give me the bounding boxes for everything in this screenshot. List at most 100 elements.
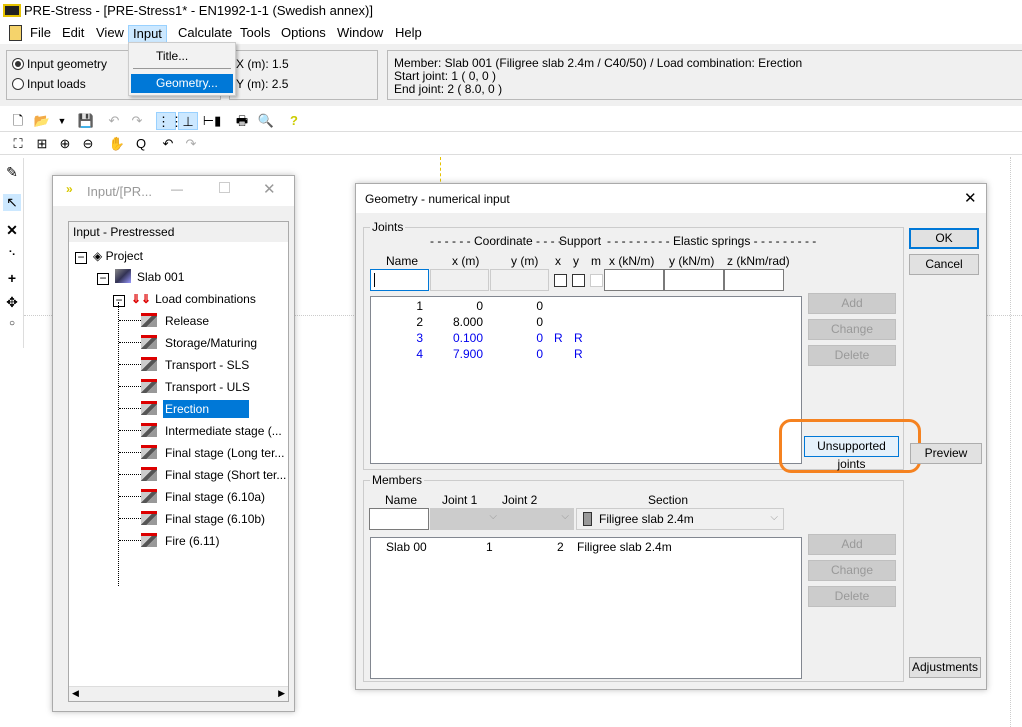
members-change-button[interactable]: Change bbox=[808, 560, 896, 581]
help-icon[interactable]: ? bbox=[284, 112, 304, 130]
axes-icon[interactable]: ⊥ bbox=[178, 112, 198, 130]
dimension-icon[interactable]: ⊢▮ bbox=[202, 112, 222, 130]
dialog-titlebar[interactable]: Geometry - numerical input ✕ bbox=[356, 184, 986, 213]
menu-window[interactable]: Window bbox=[333, 25, 387, 43]
joint-y-input[interactable] bbox=[490, 269, 549, 291]
collapse-icon[interactable]: − bbox=[113, 294, 125, 307]
collapse-icon[interactable]: − bbox=[97, 272, 109, 285]
pan-hand-icon[interactable]: ✋ bbox=[107, 135, 127, 153]
ok-button[interactable]: OK bbox=[909, 228, 979, 249]
plus-icon[interactable]: + bbox=[3, 270, 21, 286]
tree-node-load-combinations[interactable]: − ⇓⇓ Load combinations bbox=[113, 289, 256, 309]
menu-view[interactable]: View bbox=[92, 25, 128, 43]
minimize-icon[interactable]: — bbox=[171, 182, 183, 196]
open-folder-icon[interactable]: 📂 bbox=[32, 112, 52, 130]
tree-item-load-combination[interactable]: Transport - SLS bbox=[119, 355, 251, 375]
tree-item-load-combination[interactable]: Final stage (6.10b) bbox=[119, 509, 267, 529]
menu-item-geometry[interactable]: Geometry... bbox=[131, 74, 233, 93]
view-redo-icon[interactable]: ↷ bbox=[181, 135, 201, 153]
delete-x-icon[interactable]: ✕ bbox=[3, 222, 21, 239]
select-arrow-icon[interactable]: ↖ bbox=[3, 194, 21, 211]
joint-row[interactable]: 2 8.000 0 bbox=[371, 315, 801, 331]
scroll-right-icon[interactable]: ▶ bbox=[278, 688, 285, 699]
horizontal-scrollbar[interactable]: ◀ ▶ bbox=[69, 686, 288, 701]
radio-input-geometry[interactable]: Input geometry bbox=[12, 57, 107, 71]
spring-x-input[interactable] bbox=[604, 269, 664, 291]
spring-y-input[interactable] bbox=[664, 269, 724, 291]
menu-tools[interactable]: Tools bbox=[236, 25, 274, 43]
tree-item-load-combination[interactable]: Final stage (Short ter... bbox=[119, 465, 288, 485]
close-icon[interactable]: ✕ bbox=[263, 180, 276, 198]
tree-node-project[interactable]: − ◈ Project bbox=[75, 246, 143, 266]
menu-input[interactable]: Input bbox=[128, 25, 167, 43]
member-name-input[interactable] bbox=[369, 508, 429, 530]
spring-z-input[interactable] bbox=[724, 269, 784, 291]
zoom-dynamic-icon[interactable]: Q bbox=[131, 135, 151, 153]
collapse-icon[interactable]: − bbox=[75, 251, 87, 264]
cancel-button[interactable]: Cancel bbox=[909, 254, 979, 275]
maximize-icon[interactable] bbox=[219, 182, 230, 193]
load-combination-icon bbox=[141, 313, 157, 327]
move-icon[interactable]: ✥ bbox=[3, 294, 21, 311]
joint-row[interactable]: 3 0.100 0 R R bbox=[371, 331, 801, 347]
zoom-out-icon[interactable]: ⊖ bbox=[78, 135, 98, 153]
grid-icon[interactable]: ⋮⋮ bbox=[156, 112, 183, 130]
redo-icon[interactable]: ↷ bbox=[127, 112, 147, 130]
node-icon[interactable]: ⠢ bbox=[3, 246, 21, 259]
joint-row[interactable]: 4 7.900 0 R bbox=[371, 347, 801, 363]
print-icon[interactable]: 🖶 bbox=[232, 112, 252, 130]
joint-name: 2 bbox=[416, 315, 423, 329]
joints-delete-button[interactable]: Delete bbox=[808, 345, 896, 366]
tree-item-load-combination[interactable]: Release bbox=[119, 311, 211, 331]
section-select[interactable]: Filigree slab 2.4m ⌵ bbox=[576, 508, 784, 530]
view-undo-icon[interactable]: ↶ bbox=[158, 135, 178, 153]
tree-item-load-combination[interactable]: Final stage (Long ter... bbox=[119, 443, 286, 463]
tree-item-load-combination[interactable]: Final stage (6.10a) bbox=[119, 487, 267, 507]
tree-item-load-combination[interactable]: Intermediate stage (... bbox=[119, 421, 284, 441]
point-icon[interactable]: ○ bbox=[3, 318, 21, 329]
tree-connector bbox=[119, 452, 141, 453]
undo-icon[interactable]: ↶ bbox=[104, 112, 124, 130]
input-window-titlebar[interactable]: » Input/[PR... — ✕ bbox=[53, 176, 294, 206]
members-list[interactable]: Slab 00 1 2 Filigree slab 2.4m bbox=[370, 537, 802, 679]
members-add-button[interactable]: Add bbox=[808, 534, 896, 555]
tree-node-member[interactable]: − Slab 001 bbox=[97, 267, 184, 287]
menu-item-title[interactable]: Title... bbox=[156, 49, 188, 63]
tree-item-load-combination[interactable]: Erection bbox=[119, 399, 250, 419]
radio-input-loads[interactable]: Input loads bbox=[12, 77, 86, 91]
tree-item-load-combination[interactable]: Fire (6.11) bbox=[119, 531, 221, 551]
support-x-checkbox[interactable] bbox=[554, 274, 567, 287]
zoom-extents-icon[interactable]: ⛶ bbox=[8, 135, 28, 153]
joint1-select[interactable]: ⌵ bbox=[430, 508, 502, 530]
menu-help[interactable]: Help bbox=[391, 25, 426, 43]
chevron-down-icon[interactable]: ▼ bbox=[52, 112, 72, 130]
menu-calculate[interactable]: Calculate bbox=[174, 25, 236, 43]
menu-file[interactable]: File bbox=[26, 25, 55, 43]
unsupported-joints-button[interactable]: Unsupported joints bbox=[804, 436, 899, 471]
joints-list[interactable]: 1 0 0 2 8.000 0 3 0.100 0 R R 4 7.900 0 R bbox=[370, 296, 802, 464]
joint-x-input[interactable] bbox=[430, 269, 489, 291]
joints-change-button[interactable]: Change bbox=[808, 319, 896, 340]
print-preview-icon[interactable]: 🔍 bbox=[256, 112, 276, 130]
joint2-select[interactable]: ⌵ bbox=[502, 508, 574, 530]
new-file-icon[interactable]: 🗋 bbox=[8, 112, 28, 130]
scroll-left-icon[interactable]: ◀ bbox=[72, 688, 79, 699]
preview-button[interactable]: Preview bbox=[910, 443, 982, 464]
menu-edit[interactable]: Edit bbox=[58, 25, 88, 43]
members-delete-button[interactable]: Delete bbox=[808, 586, 896, 607]
save-icon[interactable]: 💾 bbox=[76, 112, 96, 130]
joint-row[interactable]: 1 0 0 bbox=[371, 299, 801, 315]
support-y-checkbox[interactable] bbox=[572, 274, 585, 287]
tree-item-load-combination[interactable]: Storage/Maturing bbox=[119, 333, 259, 353]
eraser-icon[interactable]: ✎ bbox=[3, 164, 21, 181]
close-icon[interactable]: ✕ bbox=[964, 189, 977, 207]
adjustments-button[interactable]: Adjustments bbox=[909, 657, 981, 678]
joint-name-input[interactable] bbox=[370, 269, 429, 291]
zoom-in-icon[interactable]: ⊕ bbox=[55, 135, 75, 153]
tree-item-load-combination[interactable]: Transport - ULS bbox=[119, 377, 252, 397]
support-m-checkbox[interactable] bbox=[590, 274, 603, 287]
menu-options[interactable]: Options bbox=[277, 25, 330, 43]
member-row[interactable]: Slab 00 1 2 Filigree slab 2.4m bbox=[371, 540, 801, 556]
zoom-window-icon[interactable]: ⊞ bbox=[32, 135, 52, 153]
joints-add-button[interactable]: Add bbox=[808, 293, 896, 314]
